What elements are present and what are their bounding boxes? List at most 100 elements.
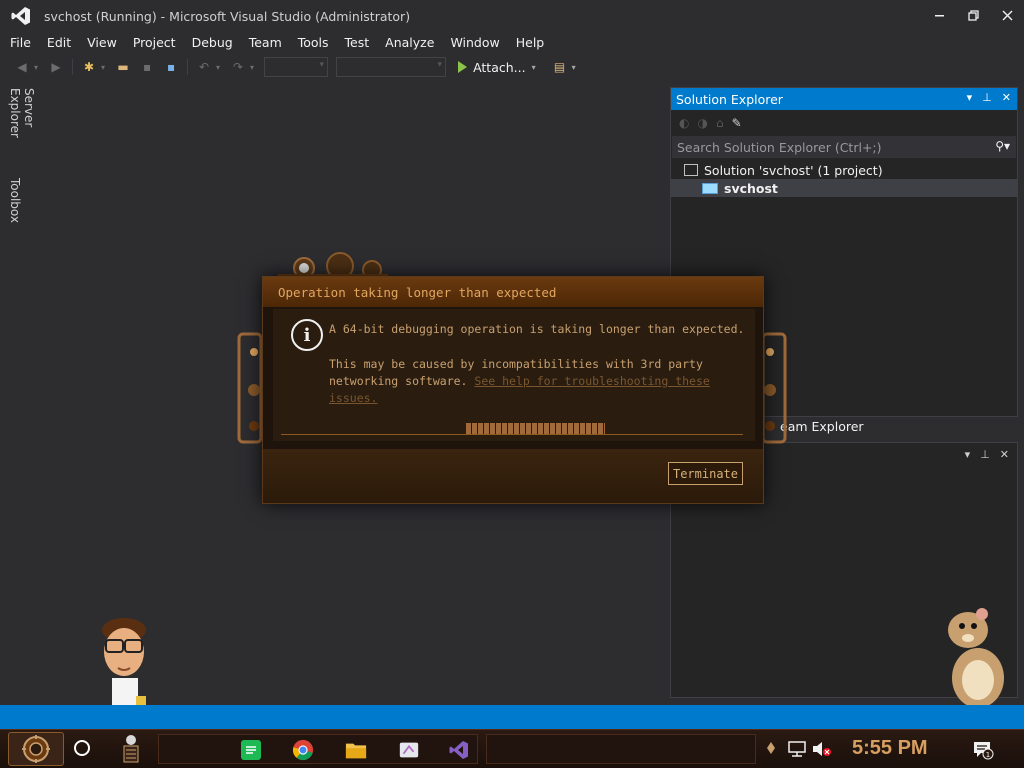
task-view-icon[interactable]: [118, 732, 144, 766]
back-icon[interactable]: ◐: [679, 116, 689, 130]
menu-file[interactable]: File: [4, 35, 37, 50]
desktop: svchost (Running) - Microsoft Visual Stu…: [0, 0, 1024, 768]
start-gear-icon: [22, 735, 50, 763]
cortana-icon[interactable]: [74, 740, 90, 756]
dialog-footer: Terminate: [263, 449, 763, 503]
close-panel-icon[interactable]: ✕: [1002, 91, 1011, 104]
menu-help[interactable]: Help: [510, 35, 551, 50]
window-position-dropdown-icon[interactable]: ▾: [967, 91, 973, 104]
close-icon: [1002, 10, 1012, 20]
pin-icon[interactable]: ⊥: [982, 91, 992, 104]
undo-icon[interactable]: ↶: [196, 59, 212, 75]
solution-explorer-title: Solution Explorer: [676, 91, 783, 107]
attach-dropdown-icon[interactable]: ▾: [532, 63, 536, 72]
start-button[interactable]: [8, 732, 64, 766]
lower-panel-controls: ▾ ⊥ ✕: [965, 448, 1009, 461]
solution-explorer-controls: ▾ ⊥ ✕: [967, 91, 1011, 104]
dialog-message-secondary-block: This may be caused by incompatibilities …: [329, 356, 729, 407]
toolbox-tab[interactable]: Toolbox: [8, 178, 22, 223]
save-all-icon[interactable]: ▪: [163, 59, 179, 75]
toolbar-separator: [72, 59, 74, 75]
attach-button[interactable]: Attach... ▾: [458, 60, 542, 75]
menu-analyze[interactable]: Analyze: [379, 35, 440, 50]
right-gear-decoration-icon: [761, 332, 787, 444]
dialog-title: Operation taking longer than expected: [263, 277, 763, 307]
menu-window[interactable]: Window: [444, 35, 505, 50]
restore-button[interactable]: [956, 0, 990, 30]
paint-icon[interactable]: [398, 739, 420, 761]
menu-team[interactable]: Team: [243, 35, 288, 50]
taskbar-empty-area: [486, 734, 756, 764]
solution-icon: [684, 164, 698, 176]
navigate-forward-icon[interactable]: ▶: [48, 59, 64, 75]
status-bar: [0, 705, 1024, 729]
navigate-back-icon[interactable]: ◀: [14, 59, 30, 75]
visual-studio-icon[interactable]: [448, 739, 470, 761]
team-explorer-tab[interactable]: eam Explorer: [780, 419, 864, 434]
navigate-back-dropdown-icon[interactable]: ▾: [34, 63, 38, 72]
folder-glyph: [345, 743, 367, 759]
notification-count: 1: [986, 751, 990, 759]
menu-project[interactable]: Project: [127, 35, 182, 50]
undo-dropdown-icon[interactable]: ▾: [216, 63, 220, 72]
solution-configuration-dropdown[interactable]: [264, 57, 329, 77]
toolbar-separator: [187, 59, 189, 75]
spotify-icon[interactable]: [240, 739, 262, 761]
server-explorer-tab[interactable]: Server Explorer: [8, 88, 36, 138]
menu-bar: File Edit View Project Debug Team Tools …: [0, 32, 554, 52]
properties-wrench-icon[interactable]: ✎: [732, 116, 742, 130]
save-icon[interactable]: ▪: [139, 59, 155, 75]
chrome-icon[interactable]: [292, 739, 314, 761]
open-file-icon[interactable]: ▬: [115, 59, 131, 75]
home-icon[interactable]: ⌂: [716, 116, 724, 130]
left-gear-decoration-icon: [237, 332, 263, 444]
menu-edit[interactable]: Edit: [41, 35, 77, 50]
forward-icon[interactable]: ◑: [697, 116, 707, 130]
operation-dialog: Operation taking longer than expected i …: [262, 276, 764, 504]
menu-debug[interactable]: Debug: [186, 35, 239, 50]
pinned-apps-area: [158, 734, 478, 764]
menu-test[interactable]: Test: [339, 35, 376, 50]
visual-studio-glyph: [449, 741, 468, 759]
progress-bar-fill: [466, 423, 605, 434]
close-panel-icon[interactable]: ✕: [1000, 448, 1009, 461]
info-icon: i: [291, 319, 323, 351]
redo-dropdown-icon[interactable]: ▾: [250, 63, 254, 72]
dialog-message-primary: A 64-bit debugging operation is taking l…: [329, 322, 745, 336]
search-icon[interactable]: ⚲▾: [995, 139, 1010, 153]
window-position-dropdown-icon[interactable]: ▾: [965, 448, 971, 461]
progress-bar: [281, 421, 743, 435]
close-button[interactable]: [990, 0, 1024, 30]
taskbar-clock[interactable]: 5:55 PM: [852, 737, 928, 760]
find-in-files-icon[interactable]: ▤: [552, 59, 568, 75]
taskbar: 5:55 PM 1: [0, 729, 1024, 768]
volume-muted-icon[interactable]: [812, 741, 832, 757]
solution-explorer-toolbar: ◐ ◑ ⌂ ✎: [671, 110, 1017, 136]
solution-platform-dropdown[interactable]: [336, 57, 447, 77]
terminate-button[interactable]: Terminate: [668, 462, 743, 485]
solution-explorer-search-input[interactable]: Search Solution Explorer (Ctrl+;) ⚲▾: [672, 136, 1016, 158]
new-project-icon[interactable]: ✱: [81, 59, 97, 75]
network-icon[interactable]: [788, 741, 806, 757]
window-title: svchost (Running) - Microsoft Visual Stu…: [44, 8, 411, 24]
redo-icon[interactable]: ↷: [230, 59, 246, 75]
chrome-glyph: [292, 739, 314, 761]
attach-label: Attach...: [473, 59, 526, 75]
search-placeholder: Search Solution Explorer (Ctrl+;): [677, 139, 882, 155]
show-hidden-icons-icon[interactable]: [766, 740, 776, 756]
notifications-icon[interactable]: 1: [972, 740, 994, 760]
tree-item-project[interactable]: svchost: [671, 179, 1017, 197]
paint-glyph: [399, 742, 419, 758]
restore-icon: [967, 9, 979, 21]
minimize-button[interactable]: [922, 0, 956, 30]
file-explorer-icon[interactable]: [345, 739, 367, 761]
new-project-dropdown-icon[interactable]: ▾: [101, 63, 105, 72]
pin-icon[interactable]: ⊥: [980, 448, 990, 461]
window-controls: [922, 0, 1024, 32]
tree-item-solution[interactable]: Solution 'svchost' (1 project): [671, 161, 1017, 179]
menu-view[interactable]: View: [81, 35, 123, 50]
dialog-body: i A 64-bit debugging operation is taking…: [273, 309, 755, 441]
toolbar-options-icon[interactable]: ▾: [572, 63, 576, 72]
menu-tools[interactable]: Tools: [292, 35, 335, 50]
title-bar: svchost (Running) - Microsoft Visual Stu…: [0, 0, 1024, 32]
